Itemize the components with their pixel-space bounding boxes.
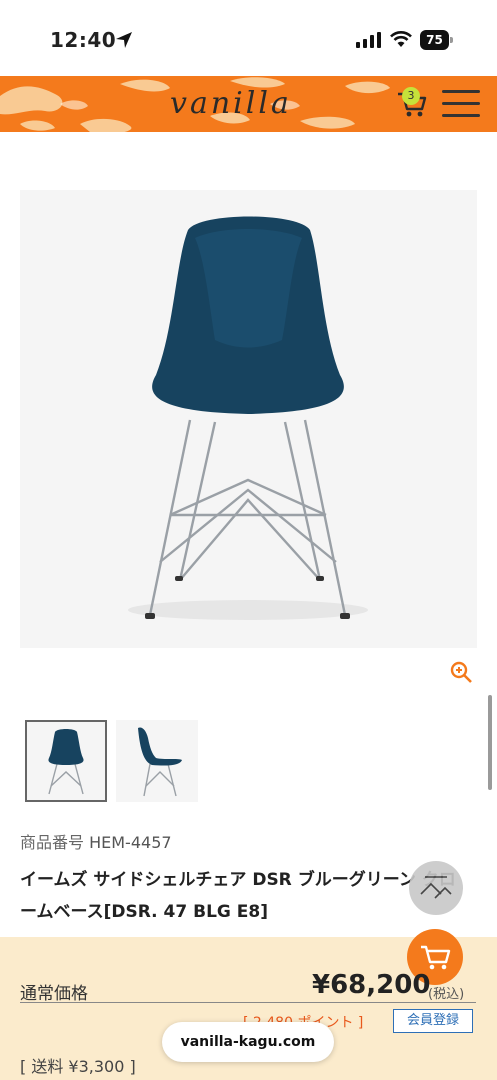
cart-count-badge: 3 — [402, 87, 420, 105]
product-main-image[interactable] — [20, 190, 477, 648]
battery-icon: 75 — [420, 30, 453, 50]
site-logo[interactable]: vanilla — [170, 86, 292, 121]
status-bar: 12:40 75 — [0, 0, 497, 80]
member-register-button[interactable]: 会員登録 — [393, 1009, 473, 1033]
product-price: ¥68,200 — [312, 970, 431, 1000]
product-thumbnail-side[interactable] — [116, 720, 198, 802]
page-scrollbar[interactable] — [488, 695, 492, 790]
sku-value: HEM-4457 — [89, 833, 172, 852]
product-thumbnail-front[interactable] — [25, 720, 107, 802]
sku-label: 商品番号 — [20, 833, 85, 852]
site-header: vanilla — [0, 76, 497, 132]
battery-level: 75 — [420, 30, 449, 50]
price-divider — [20, 1002, 476, 1003]
shipping-fee: [ 送料 ¥3,300 ] — [20, 1057, 136, 1076]
browser-address-pill[interactable]: vanilla-kagu.com — [162, 1022, 334, 1062]
product-title: イームズ サイドシェルチェア DSR ブルーグリーン クロームベース[DSR. … — [20, 870, 456, 922]
status-time: 12:40 — [50, 28, 117, 52]
wifi-icon — [390, 31, 412, 47]
tax-note: (税込) — [428, 987, 465, 1002]
back-to-top-button[interactable] — [409, 861, 463, 915]
signal-icon — [356, 32, 381, 48]
back-to-top-icon — [420, 876, 452, 899]
regular-price-label: 通常価格 — [20, 984, 88, 1004]
product-sku: 商品番号 HEM-4457 — [20, 829, 172, 853]
zoom-in-icon[interactable] — [449, 660, 473, 684]
menu-icon[interactable] — [442, 90, 480, 120]
location-arrow-icon — [116, 32, 132, 48]
